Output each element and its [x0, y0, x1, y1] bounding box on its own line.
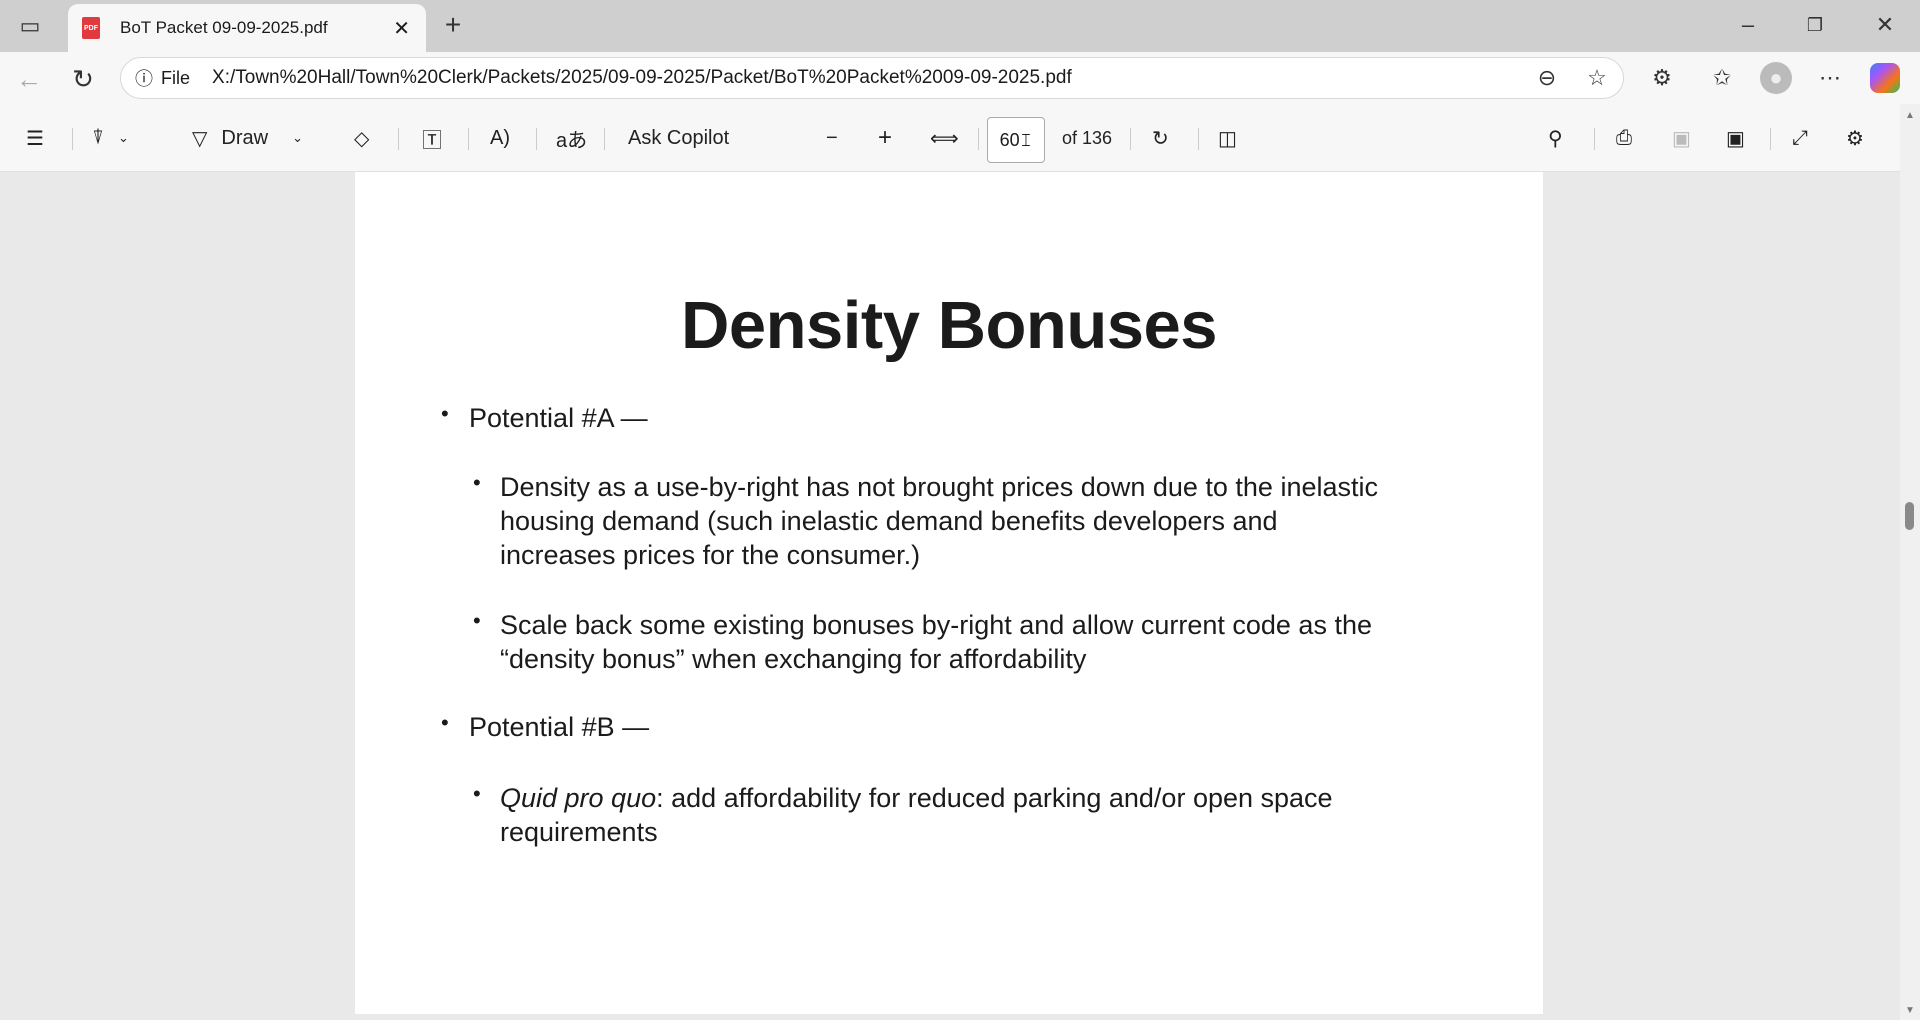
bullet: •: [441, 401, 449, 426]
address-bar[interactable]: ⓘ File X:/Town%20Hall/Town%20Clerk/Packe…: [120, 57, 1624, 99]
translate-icon[interactable]: aあ: [556, 104, 587, 172]
settings-icon[interactable]: ⚙: [1846, 104, 1864, 172]
scrollbar-thumb[interactable]: [1905, 502, 1914, 530]
scheme-label: File: [161, 67, 191, 88]
copilot-icon[interactable]: [1870, 63, 1900, 93]
tab-title: BoT Packet 09-09-2025.pdf: [120, 18, 328, 37]
text-box-icon[interactable]: 🅃: [422, 104, 442, 172]
new-tab-icon[interactable]: +: [440, 9, 466, 40]
line: Scale back some existing bonuses by-righ…: [500, 610, 1372, 640]
search-icon[interactable]: ⚲: [1548, 104, 1563, 172]
page-title: Density Bonuses: [680, 288, 1218, 363]
restore-icon[interactable]: ❐: [1802, 12, 1828, 38]
zoom-in-button[interactable]: +: [878, 104, 892, 172]
close-tab-icon[interactable]: ✕: [393, 16, 410, 41]
bullet: •: [441, 710, 449, 735]
minimize-icon[interactable]: –: [1735, 12, 1761, 38]
close-window-icon[interactable]: ✕: [1872, 12, 1898, 38]
highlight-icon[interactable]: ⍒ ⌄: [92, 104, 129, 172]
ask-copilot-button[interactable]: Ask Copilot: [628, 104, 729, 172]
pdf-page: Density Bonuses • Potential #A — • Densi…: [355, 172, 1543, 1014]
bullet: •: [473, 608, 481, 633]
scroll-up-icon[interactable]: ▲: [1905, 110, 1915, 121]
list-item: Quid pro quo: add affordability for redu…: [500, 781, 1333, 849]
tab-bar: ▭ PDF BoT Packet 09-09-2025.pdf ✕ + – ❐ …: [0, 0, 1920, 52]
text-cursor-icon: 𝙸: [1019, 129, 1033, 150]
eraser-icon[interactable]: ◇: [354, 104, 369, 172]
page-view-icon[interactable]: ◫: [1218, 104, 1237, 172]
list-item: Potential #A —: [469, 403, 648, 433]
bullet: •: [473, 470, 481, 495]
list-item: Potential #B —: [469, 712, 650, 742]
pdf-toolbar: ☰ ⍒ ⌄ ▽ Draw ⌄ ◇ 🅃 A) aあ Ask Copilot − + ⟺…: [0, 104, 1920, 172]
save-icon[interactable]: ▣: [1672, 104, 1691, 172]
list-item: Density as a use-by-right has not brough…: [500, 470, 1378, 572]
page-number-input[interactable]: 60 𝙸: [987, 117, 1045, 163]
zoom-out-button[interactable]: −: [826, 104, 838, 172]
fit-width-icon[interactable]: ⟺: [930, 104, 959, 172]
draw-label: Draw: [221, 126, 269, 149]
zoom-out-icon[interactable]: ⊖: [1533, 64, 1561, 92]
url-text[interactable]: X:/Town%20Hall/Town%20Clerk/Packets/2025…: [212, 67, 1072, 89]
profile-avatar[interactable]: ●: [1760, 62, 1792, 94]
line: : add affordability for reduced parking …: [656, 783, 1333, 813]
info-icon[interactable]: ⓘ: [135, 65, 153, 91]
scroll-down-icon[interactable]: ▼: [1905, 1005, 1915, 1016]
fullscreen-icon[interactable]: ⤢: [1792, 104, 1808, 172]
line: requirements: [500, 817, 658, 847]
line: housing demand (such inelastic demand be…: [500, 506, 1278, 536]
page-total: of 136: [1062, 127, 1113, 148]
refresh-icon[interactable]: ↻: [68, 64, 98, 94]
draw-button[interactable]: ▽ Draw ⌄: [192, 104, 303, 172]
line: “density bonus” when exchanging for affo…: [500, 644, 1087, 674]
back-icon[interactable]: ←: [14, 64, 44, 94]
more-icon[interactable]: ⋯: [1816, 64, 1844, 92]
pdf-icon: PDF: [82, 17, 100, 39]
italic-term: Quid pro quo: [500, 783, 657, 813]
tab-active[interactable]: PDF BoT Packet 09-09-2025.pdf ✕: [68, 4, 426, 52]
list-item: Scale back some existing bonuses by-righ…: [500, 608, 1372, 676]
line: increases prices for the consumer.): [500, 540, 921, 570]
contents-icon[interactable]: ☰: [26, 104, 44, 172]
draw-icon: ▽: [192, 127, 208, 150]
line: Density as a use-by-right has not brough…: [500, 472, 1378, 502]
bullet: •: [473, 781, 481, 806]
favorite-star-icon[interactable]: ☆: [1583, 64, 1611, 92]
save-as-icon[interactable]: ▣: [1726, 104, 1745, 172]
page-number: 60: [999, 129, 1020, 150]
favorites-icon[interactable]: ✩: [1708, 64, 1736, 92]
rotate-icon[interactable]: ↻: [1152, 104, 1169, 172]
vertical-scrollbar[interactable]: ▲ ▼: [1900, 104, 1920, 1020]
address-row: ← ↻ ⓘ File X:/Town%20Hall/Town%20Clerk/P…: [0, 52, 1920, 104]
extensions-icon[interactable]: ⚙: [1648, 64, 1676, 92]
sidebar-toggle-icon[interactable]: ▭: [18, 13, 42, 38]
read-aloud-icon[interactable]: A): [490, 104, 510, 172]
print-icon[interactable]: ⎙: [1616, 104, 1632, 172]
